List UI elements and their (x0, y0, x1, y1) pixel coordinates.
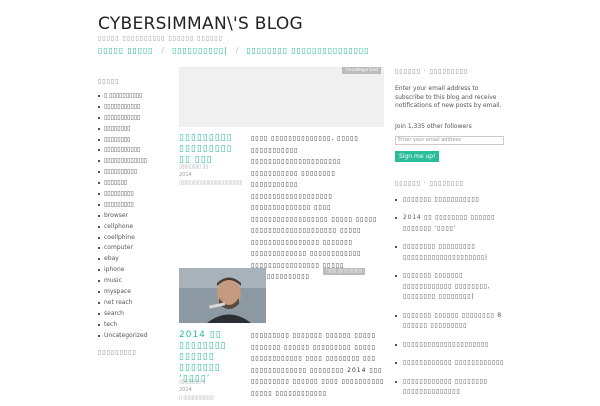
category-link[interactable]: ▯ ▯▯▯▯▯▯▯▯▯▯ (98, 93, 170, 99)
post-thumbnail-placeholder[interactable]: Uncategorized (179, 67, 384, 127)
email-field[interactable]: Enter your email address (395, 135, 504, 145)
category-link[interactable]: cellphone (98, 223, 170, 230)
right-sidebar: ▯▯▯▯▯▯ · ▯▯▯▯▯▯▯▯▯ Enter your email addr… (395, 68, 507, 406)
recent-post-link[interactable]: ▯▯▯▯▯▯▯▯▯▯▯▯▯▯▯▯▯▯▯▯▯ (395, 340, 507, 351)
followers-count: Join 1,335 other followers (395, 122, 472, 130)
category-link[interactable]: ▯▯▯▯▯▯▯▯▯▯▯ (98, 103, 170, 110)
recent-post-link[interactable]: 2014 ▯▯ ▯▯▯▯▯▯▯▯ ▯▯▯▯▯▯ ▯▯▯▯▯▯▯ ‘▯▯▯▯’ (395, 213, 507, 234)
recent-post-link[interactable]: ▯▯▯▯▯▯▯▯▯▯▯▯ ▯▯▯▯▯▯▯▯▯▯▯▯ (395, 358, 507, 369)
category-link[interactable]: myspace (98, 289, 170, 295)
post-meta: ▯▯▯▯▯▯▯▯ ▯ 2014 ▯ ▯▯▯▯▯▯▯▯▯▯▯ (179, 378, 243, 402)
site-tagline: ▯▯▯▯▯ ▯▯▯▯▯▯▯▯▯▯ ▯▯▯▯▯▯ ▯▯▯▯▯▯ (98, 35, 223, 42)
left-sidebar: ▯▯▯▯▯ ▯ ▯▯▯▯▯▯▯▯▯▯ ▯▯▯▯▯▯▯▯▯▯▯ ▯▯▯▯▯▯▯▯▯▯▯… (98, 78, 170, 364)
category-badge[interactable]: Uncategorized (342, 67, 381, 74)
second-widget-title: ▯▯▯▯▯▯▯▯▯ (98, 348, 137, 356)
site-title[interactable]: CYBERSIMMAN\'S BLOG (98, 14, 303, 34)
nav-item-1[interactable]: ▯▯▯▯▯ ▯▯▯▯▯ (98, 46, 153, 55)
nav-item-3[interactable]: ▯▯▯▯▯▯▯▯ ▯▯▯▯▯▯▯▯▯▯▯▯▯▯▯ (246, 46, 369, 55)
post-title[interactable]: 2014 ▯▯ ▯▯▯▯▯▯▯▯ ▯▯▯▯▯▯ ▯▯▯▯▯▯▯ ‘▯▯▯▯’ (179, 330, 243, 385)
recent-post-link[interactable]: ▯▯▯▯▯▯▯ ▯▯▯▯▯▯▯ ▯▯▯▯▯▯▯▯▯▯▯▯ ▯▯▯▯▯▯▯▯, ▯… (395, 271, 507, 303)
post-excerpt-year: 2014 (347, 366, 367, 374)
category-link[interactable]: tech (98, 321, 170, 328)
follow-widget-title: ▯▯▯▯▯▯ · ▯▯▯▯▯▯▯▯▯ (395, 68, 469, 75)
category-link[interactable]: browser (98, 212, 170, 219)
category-link[interactable]: music (98, 278, 170, 284)
category-link[interactable]: search (98, 310, 170, 317)
category-link[interactable]: ▯▯▯▯▯▯▯▯▯▯▯ (98, 114, 170, 121)
category-link[interactable]: ▯▯▯▯▯▯▯▯▯▯▯▯▯ (98, 158, 170, 164)
post-year: 2014 (179, 172, 192, 178)
category-link[interactable]: ▯▯▯▯▯▯▯▯ (98, 136, 170, 143)
post-author: ▯▯▯▯▯▯▯▯▯▯▯▯▯▯▯▯▯▯▯▯▯▯▯ (179, 180, 243, 186)
category-link[interactable]: ▯▯▯▯▯▯▯▯▯▯ (98, 169, 170, 175)
nav-separator: / (161, 46, 165, 55)
category-link[interactable]: ▯▯▯▯▯▯▯▯▯▯▯ (98, 147, 170, 153)
post-date: ▯▯▯▯▯▯▯▯ ▯▯ (179, 164, 209, 170)
post-date: ▯▯▯▯▯▯▯▯ ▯ (179, 379, 206, 385)
nav-item-2[interactable]: ▯▯▯▯▯▯▯▯▯▯| (172, 46, 228, 55)
man-portrait-image (179, 268, 266, 323)
post-featured-image[interactable] (179, 268, 266, 323)
post-excerpt: ▯▯▯▯▯▯▯▯▯ ▯▯▯▯▯▯▯ ▯▯▯▯▯▯ ▯▯▯▯▯ ▯▯▯▯▯▯▯ ▯… (251, 330, 385, 399)
post-excerpt: ▯▯▯▯ ▯▯▯▯▯▯▯▯▯▯▯▯▯▯, ▯▯▯▯▯ ▯▯▯▯▯▯▯▯▯▯▯ ▯… (251, 135, 378, 280)
recent-post-link[interactable]: ▯▯▯▯▯▯▯ ▯▯▯▯▯▯ ▯▯▯▯▯▯▯▯ 8 ▯▯▯▯▯▯ ▯▯▯▯▯▯▯… (395, 311, 507, 332)
categories-widget-title: ▯▯▯▯▯ (98, 78, 120, 85)
category-link[interactable]: ▯▯▯▯▯▯▯ (98, 180, 170, 186)
categories-list: ▯ ▯▯▯▯▯▯▯▯▯▯ ▯▯▯▯▯▯▯▯▯▯▯ ▯▯▯▯▯▯▯▯▯▯▯ ▯▯▯▯▯▯… (98, 93, 170, 339)
subscribe-description: Enter your email address to subscribe to… (395, 85, 502, 109)
category-link[interactable]: ebay (98, 256, 170, 262)
category-link[interactable]: coellphine (98, 234, 170, 241)
post-meta: ▯▯▯▯▯▯▯▯ ▯▯ 2014 ▯▯▯▯▯▯▯▯▯▯▯▯▯▯▯▯▯▯▯▯▯▯▯ (179, 163, 243, 187)
recent-post-link[interactable]: ▯▯▯▯▯▯▯▯▯▯▯▯ ▯▯▯▯▯▯▯▯ ▯▯▯▯▯▯▯▯▯▯▯▯▯▯ (395, 377, 507, 398)
category-link[interactable]: iphone (98, 267, 170, 273)
category-link[interactable]: ▯▯▯▯▯▯▯▯▯ (98, 201, 170, 208)
recent-posts-title: ▯▯▯▯▯▯ · ▯▯▯▯▯▯▯▯ (395, 179, 464, 187)
category-link[interactable]: net reach (98, 299, 170, 306)
category-link[interactable]: ▯▯▯▯▯▯▯▯▯ (98, 191, 170, 197)
recent-post-link[interactable]: ▯▯▯▯▯▯▯▯ ▯▯▯▯▯▯▯▯▯ ▯▯▯▯▯▯▯▯▯▯▯▯▯▯▯▯▯▯▯▯| (395, 242, 507, 263)
category-link[interactable]: ▯▯▯▯▯▯▯▯ (98, 125, 170, 132)
post-title[interactable]: ▯▯▯▯▯▯▯▯▯ ▯▯▯▯▯▯▯▯▯ ▯▯ ▯▯▯ (179, 133, 243, 166)
recent-posts-list: ▯▯▯▯▯▯▯ ▯▯▯▯▯▯▯▯▯▯▯ 2014 ▯▯ ▯▯▯▯▯▯▯▯ ▯▯▯▯… (395, 195, 507, 398)
main-nav: ▯▯▯▯▯ ▯▯▯▯▯ / ▯▯▯▯▯▯▯▯▯▯| / ▯▯▯▯▯▯▯▯ ▯▯▯… (98, 46, 369, 55)
recent-post-link[interactable]: ▯▯▯▯▯▯▯ ▯▯▯▯▯▯▯▯▯▯▯ (395, 195, 507, 206)
nav-separator: / (235, 46, 239, 55)
post-year: 2014 (179, 387, 192, 393)
category-link[interactable]: Uncategorized (98, 332, 170, 339)
category-link[interactable]: computer (98, 245, 170, 251)
category-badge[interactable]: ▯▯▯▯ ▯▯▯▯▯▯▯▯▯▯ (323, 268, 366, 275)
sign-up-button[interactable]: Sign me up! (395, 150, 440, 162)
post-author: ▯ ▯▯▯▯▯▯▯▯▯▯▯ (179, 395, 214, 401)
